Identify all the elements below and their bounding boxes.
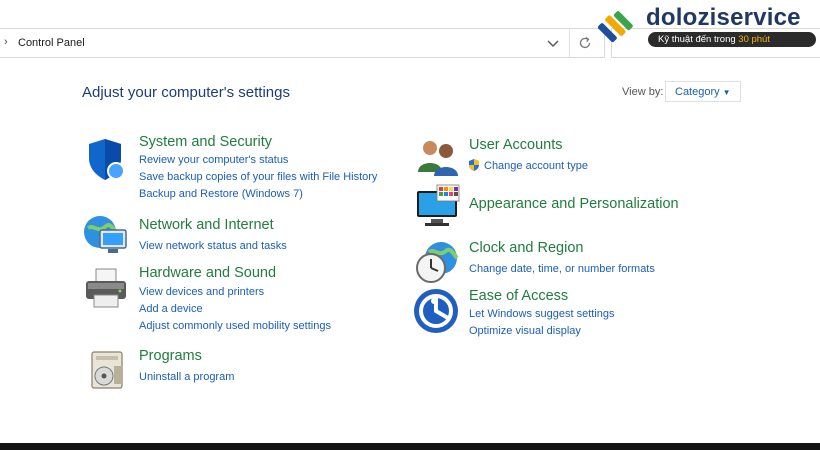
breadcrumb-chevron[interactable]: › bbox=[4, 36, 8, 48]
monitor-palette-icon[interactable] bbox=[413, 183, 461, 231]
brand-tagline: Kỹ thuật đến trong 30 phút bbox=[648, 32, 816, 47]
category-ease-of-access[interactable]: Ease of Access bbox=[469, 288, 568, 304]
page-title: Adjust your computer's settings bbox=[82, 84, 290, 101]
link-date-time-formats[interactable]: Change date, time, or number formats bbox=[469, 263, 655, 275]
users-icon[interactable] bbox=[414, 134, 462, 182]
tagline-highlight: 30 phút bbox=[738, 34, 770, 45]
network-globe-icon[interactable] bbox=[82, 212, 130, 260]
breadcrumb-control-panel[interactable]: Control Panel bbox=[18, 37, 85, 49]
programs-icon[interactable] bbox=[84, 346, 132, 394]
link-uninstall-program[interactable]: Uninstall a program bbox=[139, 371, 234, 383]
caret-down-icon[interactable]: ▼ bbox=[723, 88, 731, 97]
category-user-accounts[interactable]: User Accounts bbox=[469, 137, 563, 153]
brand-logo: doloziservice Kỹ thuật đến trong 30 phút bbox=[598, 4, 820, 48]
view-by-value[interactable]: Category bbox=[675, 86, 720, 98]
category-system-security[interactable]: System and Security bbox=[139, 134, 272, 150]
tagline-text: Kỹ thuật đến trong bbox=[658, 34, 739, 45]
link-review-status[interactable]: Review your computer's status bbox=[139, 154, 288, 166]
ease-of-access-icon[interactable] bbox=[412, 287, 460, 335]
address-separator bbox=[569, 29, 570, 57]
printer-icon[interactable] bbox=[82, 265, 130, 313]
link-mobility-settings[interactable]: Adjust commonly used mobility settings bbox=[139, 320, 331, 332]
link-file-history[interactable]: Save backup copies of your files with Fi… bbox=[139, 171, 377, 183]
brand-logo-mark-icon bbox=[598, 11, 633, 43]
category-network-internet[interactable]: Network and Internet bbox=[139, 217, 274, 233]
link-optimize-visual-display[interactable]: Optimize visual display bbox=[469, 325, 581, 337]
taskbar-edge bbox=[0, 443, 820, 450]
category-hardware-sound[interactable]: Hardware and Sound bbox=[139, 265, 276, 281]
category-programs[interactable]: Programs bbox=[139, 348, 202, 364]
link-change-account-type[interactable]: Change account type bbox=[484, 160, 588, 172]
category-clock-region[interactable]: Clock and Region bbox=[469, 240, 583, 256]
view-by-label: View by: bbox=[622, 86, 664, 98]
chevron-down-icon[interactable] bbox=[544, 34, 562, 52]
refresh-icon[interactable] bbox=[576, 34, 594, 52]
view-by-dropdown[interactable]: Category ▼ bbox=[665, 81, 741, 102]
link-backup-restore[interactable]: Backup and Restore (Windows 7) bbox=[139, 188, 303, 200]
brand-name: doloziservice bbox=[646, 4, 801, 31]
uac-shield-icon bbox=[469, 159, 479, 171]
address-bar[interactable]: › Control Panel bbox=[0, 28, 605, 58]
link-windows-suggest-settings[interactable]: Let Windows suggest settings bbox=[469, 308, 615, 320]
link-add-device[interactable]: Add a device bbox=[139, 303, 203, 315]
clock-globe-icon[interactable] bbox=[413, 238, 461, 286]
link-network-status[interactable]: View network status and tasks bbox=[139, 240, 287, 252]
link-devices-printers[interactable]: View devices and printers bbox=[139, 286, 264, 298]
shield-icon[interactable] bbox=[83, 136, 131, 184]
category-appearance-personalization[interactable]: Appearance and Personalization bbox=[469, 196, 679, 212]
